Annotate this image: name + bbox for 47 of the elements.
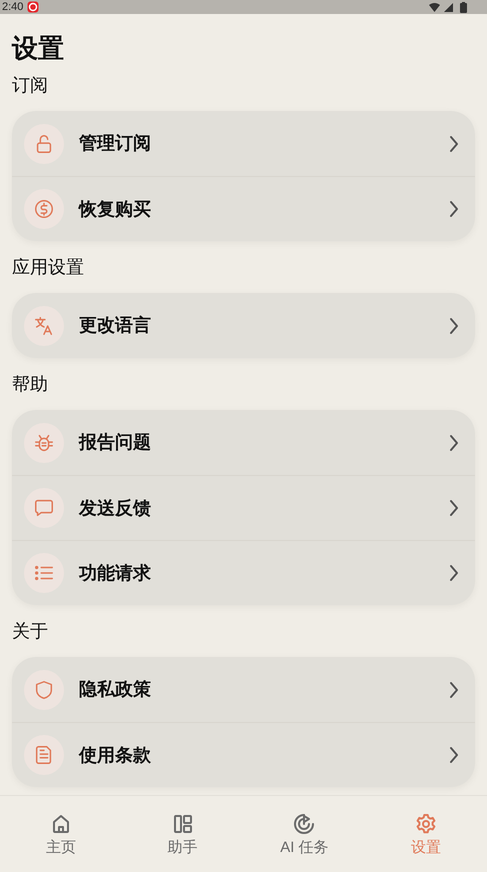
padlock-icon	[24, 124, 64, 164]
settings-icon	[414, 812, 438, 836]
battery-icon	[460, 2, 467, 12]
chevron-icon	[449, 680, 459, 698]
settings-row[interactable]: 恢复购买	[12, 176, 475, 241]
document-icon	[24, 735, 64, 775]
notification-icon	[27, 1, 40, 13]
nav-tab[interactable]: 助手	[122, 812, 244, 860]
dollar-icon	[24, 189, 64, 229]
row-label: 功能请求	[79, 562, 152, 584]
list-icon	[24, 553, 64, 593]
bug-icon	[24, 422, 64, 462]
row-label: 隐私政策	[79, 678, 152, 701]
section-heading: 关于	[12, 621, 48, 641]
settings-row[interactable]: 更改语言	[12, 293, 475, 358]
translate-icon	[24, 306, 64, 346]
settings-row[interactable]: 报告问题	[12, 410, 475, 475]
row-label: 更改语言	[79, 314, 152, 337]
settings-row[interactable]: 使用条款	[12, 722, 475, 787]
settings-row[interactable]: 隐私政策	[12, 657, 475, 722]
wifi-icon	[429, 2, 440, 12]
settings-row[interactable]: 发送反馈	[12, 475, 475, 540]
settings-row[interactable]: 功能请求	[12, 540, 475, 605]
settings-row[interactable]: 管理订阅	[12, 111, 475, 176]
target-icon	[292, 812, 316, 836]
nav-tab[interactable]: AI 任务	[244, 812, 366, 860]
row-label: 使用条款	[79, 744, 152, 766]
row-label: 报告问题	[79, 431, 152, 454]
chevron-icon	[449, 134, 459, 152]
status-time: 2:40	[2, 2, 24, 12]
section-heading: 订阅	[12, 75, 48, 95]
chevron-icon	[449, 499, 459, 517]
shield-icon	[24, 670, 64, 710]
row-label: 恢复购买	[79, 198, 152, 220]
chevron-icon	[449, 746, 459, 764]
row-label: 管理订阅	[79, 132, 152, 155]
speech-bubble-icon	[24, 488, 64, 528]
section-heading: 应用设置	[12, 257, 84, 277]
chevron-icon	[449, 564, 459, 582]
chevron-icon	[449, 316, 459, 334]
section-heading: 帮助	[12, 374, 48, 394]
nav-tab[interactable]: 主页	[0, 812, 122, 860]
chevron-icon	[449, 434, 459, 452]
chevron-icon	[449, 200, 459, 218]
page-title: 设置	[12, 32, 64, 65]
row-label: 发送反馈	[79, 496, 152, 520]
signal-icon	[444, 2, 453, 12]
